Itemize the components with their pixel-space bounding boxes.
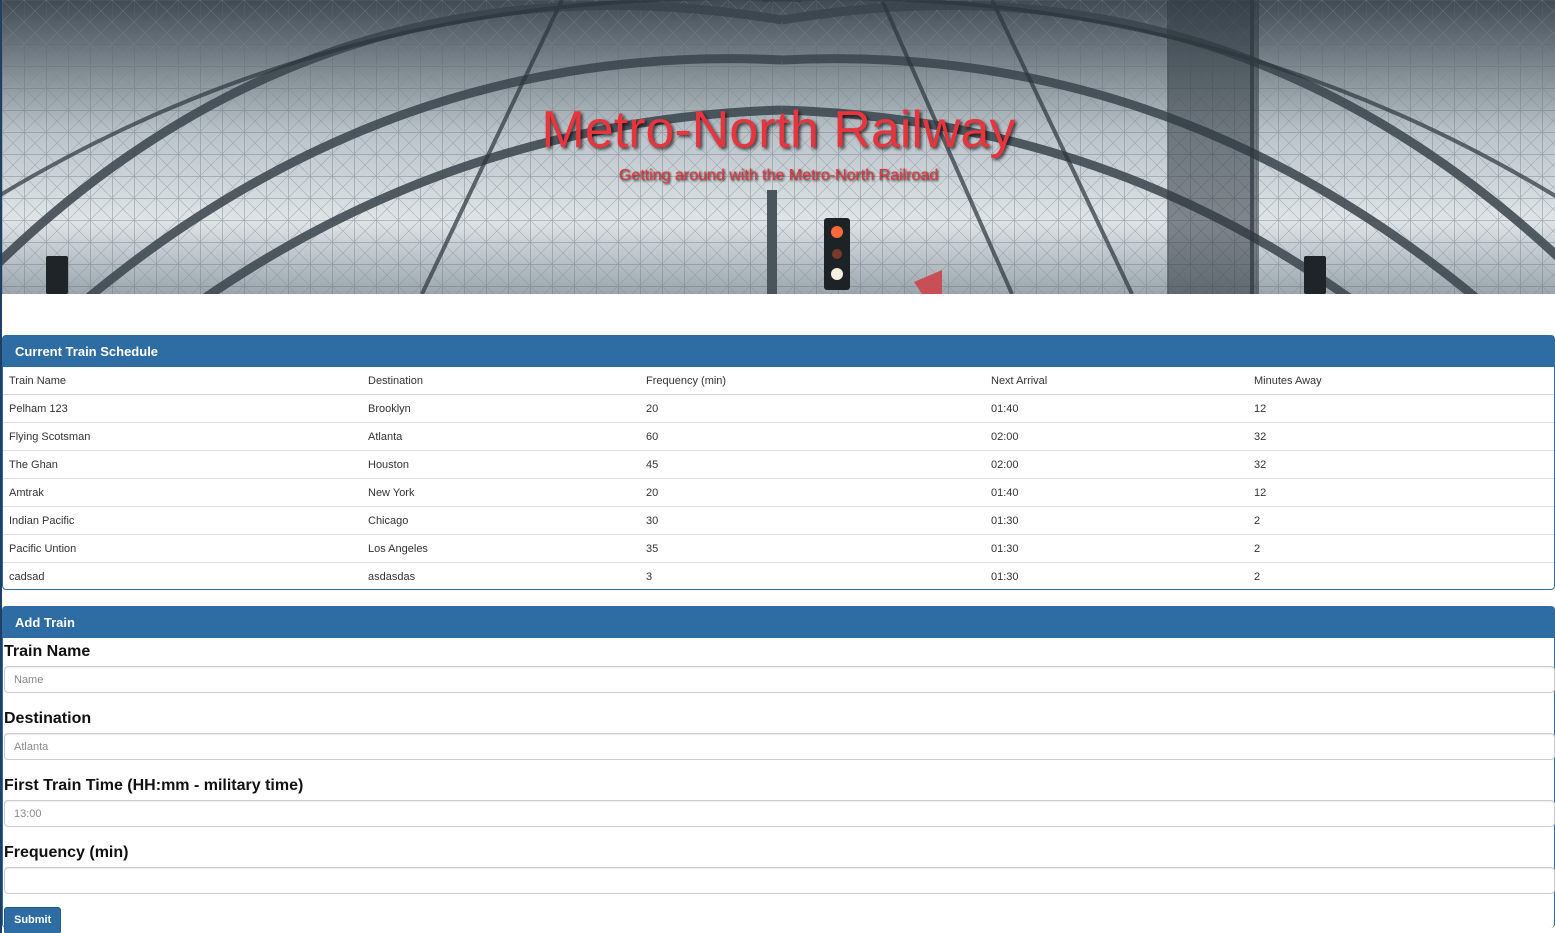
cell-train-name: cadsad bbox=[3, 562, 362, 590]
page: Metro-North Railway Getting around with … bbox=[0, 0, 1555, 933]
destination-input[interactable] bbox=[4, 733, 1555, 760]
cell-train-name: Indian Pacific bbox=[3, 506, 362, 535]
train-name-input[interactable] bbox=[4, 666, 1555, 693]
cell-frequency: 45 bbox=[640, 450, 985, 479]
submit-button[interactable]: Submit bbox=[4, 906, 62, 933]
destination-label: Destination bbox=[4, 710, 92, 727]
cell-frequency: 35 bbox=[640, 534, 985, 563]
cell-destination: Brooklyn bbox=[362, 394, 640, 423]
cell-minutes-away: 2 bbox=[1248, 562, 1554, 590]
schedule-panel-heading: Current Train Schedule bbox=[3, 336, 1554, 367]
hero-banner: Metro-North Railway Getting around with … bbox=[2, 0, 1555, 294]
cell-frequency: 20 bbox=[640, 478, 985, 507]
add-train-form: Train Name Destination First Train Time … bbox=[3, 642, 1555, 933]
cell-frequency: 20 bbox=[640, 394, 985, 423]
cell-train-name: Amtrak bbox=[3, 478, 362, 507]
cell-next-arrival: 01:30 bbox=[985, 562, 1248, 590]
cell-next-arrival: 01:30 bbox=[985, 506, 1248, 535]
cell-destination: Los Angeles bbox=[362, 534, 640, 563]
column-header: Minutes Away bbox=[1254, 374, 1322, 387]
cell-minutes-away: 2 bbox=[1248, 506, 1554, 535]
cell-frequency: 30 bbox=[640, 506, 985, 535]
cell-destination: Chicago bbox=[362, 506, 640, 535]
add-train-panel-heading: Add Train bbox=[3, 607, 1554, 638]
site-title: Metro-North Railway bbox=[541, 101, 1016, 159]
cell-train-name: Flying Scotsman bbox=[3, 422, 362, 451]
add-train-panel: Add Train Train Name Destination First T… bbox=[2, 606, 1555, 933]
cell-next-arrival: 02:00 bbox=[985, 422, 1248, 451]
table-row: cadsad asdasdas 3 01:30 2 bbox=[3, 562, 1554, 590]
cell-train-name: Pacific Untion bbox=[3, 534, 362, 563]
cell-next-arrival: 01:40 bbox=[985, 394, 1248, 423]
table-row: The Ghan Houston 45 02:00 32 bbox=[3, 450, 1554, 479]
cell-train-name: The Ghan bbox=[3, 450, 362, 479]
table-row: Pelham 123 Brooklyn 20 01:40 12 bbox=[3, 394, 1554, 423]
cell-frequency: 3 bbox=[640, 562, 985, 590]
table-row: Indian Pacific Chicago 30 01:30 2 bbox=[3, 506, 1554, 535]
table-row: Pacific Untion Los Angeles 35 01:30 2 bbox=[3, 534, 1554, 563]
table-row: Amtrak New York 20 01:40 12 bbox=[3, 478, 1554, 507]
column-header: Frequency (min) bbox=[646, 374, 727, 387]
cell-next-arrival: 02:00 bbox=[985, 450, 1248, 479]
table-row: Flying Scotsman Atlanta 60 02:00 32 bbox=[3, 422, 1554, 451]
column-header: Destination bbox=[368, 374, 424, 387]
schedule-table: Train Name Destination Frequency (min) N… bbox=[3, 367, 1554, 590]
site-subtitle: Getting around with the Metro-North Rail… bbox=[618, 167, 939, 184]
frequency-input[interactable] bbox=[4, 867, 1555, 894]
first-train-time-label: First Train Time (HH:mm - military time) bbox=[4, 777, 304, 794]
train-name-label: Train Name bbox=[4, 643, 91, 660]
cell-next-arrival: 01:40 bbox=[985, 478, 1248, 507]
cell-train-name: Pelham 123 bbox=[3, 394, 362, 423]
cell-minutes-away: 32 bbox=[1248, 422, 1554, 451]
cell-frequency: 60 bbox=[640, 422, 985, 451]
cell-next-arrival: 01:30 bbox=[985, 534, 1248, 563]
cell-minutes-away: 12 bbox=[1248, 394, 1554, 423]
cell-destination: asdasdas bbox=[362, 562, 640, 590]
cell-minutes-away: 32 bbox=[1248, 450, 1554, 479]
first-train-time-input[interactable] bbox=[4, 800, 1555, 827]
cell-destination: Atlanta bbox=[362, 422, 640, 451]
cell-minutes-away: 12 bbox=[1248, 478, 1554, 507]
column-header: Next Arrival bbox=[991, 374, 1048, 387]
frequency-label: Frequency (min) bbox=[4, 844, 129, 861]
cell-minutes-away: 2 bbox=[1248, 534, 1554, 563]
cell-destination: New York bbox=[362, 478, 640, 507]
column-header: Train Name bbox=[9, 374, 67, 387]
cell-destination: Houston bbox=[362, 450, 640, 479]
schedule-panel: Current Train Schedule Train Name Destin… bbox=[2, 335, 1555, 590]
table-header-row: Train Name Destination Frequency (min) N… bbox=[3, 367, 1554, 395]
